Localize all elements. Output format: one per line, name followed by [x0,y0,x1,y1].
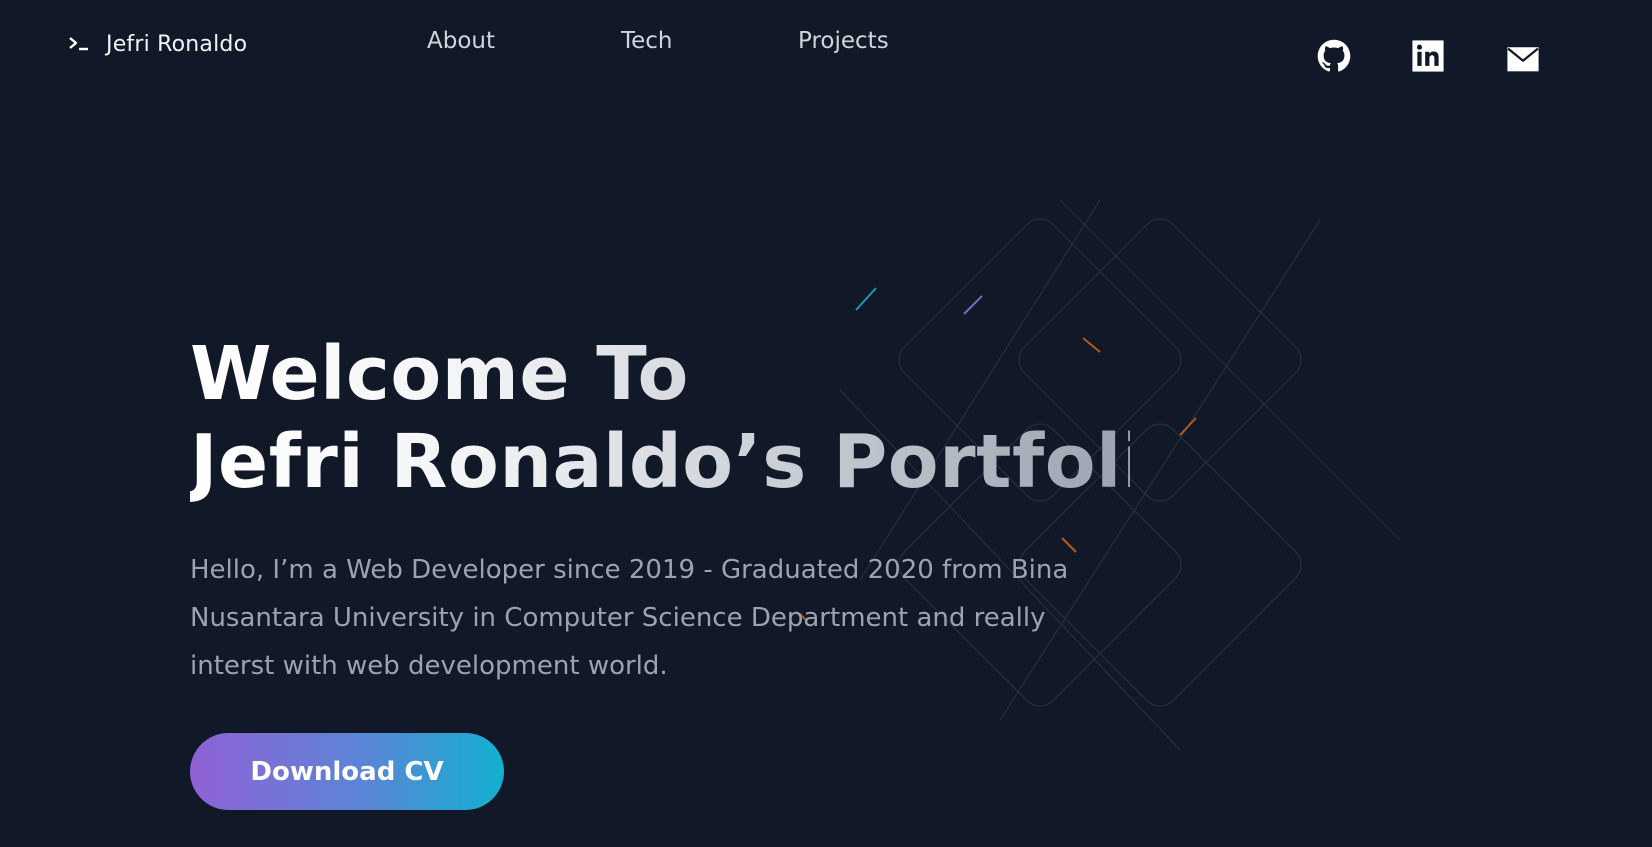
nav-tech[interactable]: Tech [621,28,673,54]
linkedin-icon [1412,40,1444,72]
github-link[interactable] [1317,39,1351,73]
hero-section: Welcome To Jefri Ronaldo’s Portfolio Hel… [190,330,1130,690]
mail-icon [1507,47,1539,72]
download-cv-button[interactable]: Download CV [190,733,504,810]
hero-description: Hello, I’m a Web Developer since 2019 - … [190,555,1069,681]
site-header: Jefri Ronaldo About Tech Projects [0,0,1652,100]
mail-link[interactable] [1506,43,1540,77]
hero-title-line-1: Welcome To [190,331,689,417]
hero-title: Welcome To Jefri Ronaldo’s Portfolio [190,330,1130,506]
terminal-prompt-icon [69,36,88,50]
github-icon [1317,39,1351,72]
brand-link[interactable]: Jefri Ronaldo [68,32,247,57]
brand-name: Jefri Ronaldo [106,32,248,57]
nav-about[interactable]: About [427,28,495,54]
portfolio-page: Jefri Ronaldo About Tech Projects Welcom… [0,0,1652,847]
nav-projects[interactable]: Projects [798,28,889,54]
hero-title-line-2: Jefri Ronaldo’s Portfolio [190,419,1200,505]
linkedin-link[interactable] [1411,39,1445,73]
